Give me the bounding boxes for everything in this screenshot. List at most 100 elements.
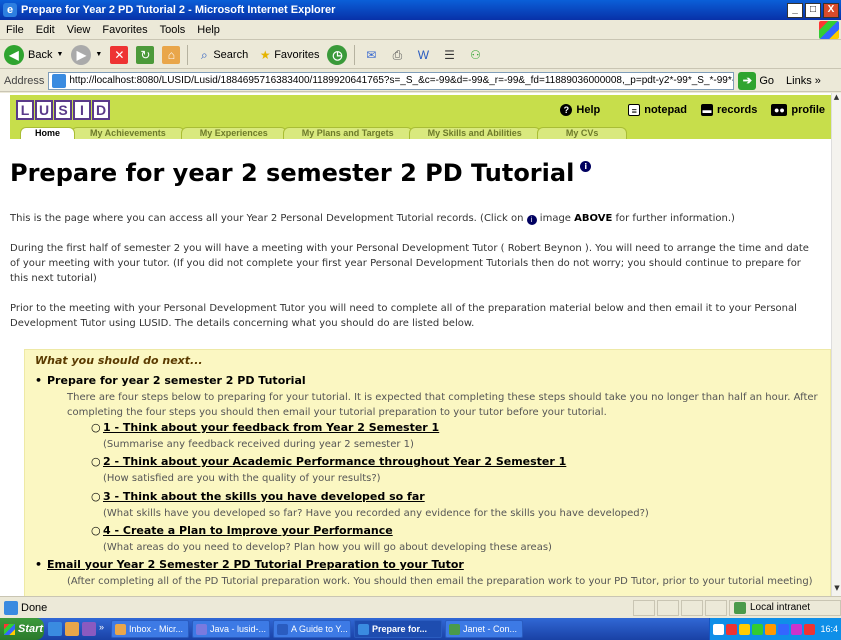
chevron-icon[interactable]: » [99,622,107,636]
home-icon: ⌂ [162,45,181,64]
tab-my-experiences[interactable]: My Experiences [180,127,287,139]
mail-button[interactable]: ✉ [362,46,380,64]
discuss-icon: ☰ [444,47,455,62]
tray-icon[interactable] [791,623,803,635]
quick-launch: » [48,622,107,636]
links-button[interactable]: Links » [786,75,821,87]
tray-icon[interactable] [726,623,738,635]
tab-my-plans-and-targets[interactable]: My Plans and Targets [282,127,413,139]
favorites-button[interactable]: ★ Favorites [256,46,320,64]
people-icon: ●● [771,104,788,116]
step-4-description: (What areas do you need to develop? Plan… [103,542,552,553]
tray-icon[interactable] [765,623,777,635]
windows-flag-icon [4,623,15,635]
forward-button[interactable]: ▶ ▼ [71,44,102,65]
back-button[interactable]: ◀ Back ▼ [4,44,63,65]
status-bar: Done Local intranet [0,596,841,618]
email-preparation-link[interactable]: • Email your Year 2 Semester 2 PD Tutoria… [35,558,464,571]
tab-my-skills-and-abilities[interactable]: My Skills and Abilities [408,127,541,139]
close-button[interactable]: X [823,2,839,18]
tray-icon[interactable] [713,623,725,635]
tab-my-achievements[interactable]: My Achievements [71,127,185,139]
status-pane [657,599,679,616]
print-button[interactable]: ⎙ [388,46,406,64]
address-bar: Address http://localhost:8080/LUSID/Lusi… [0,70,841,92]
chevron-down-icon[interactable]: ▼ [95,51,102,58]
help-link[interactable]: ? Help [560,104,600,116]
list-item-prepare: • Prepare for year 2 semester 2 PD Tutori… [35,374,306,387]
tutor-meeting-paragraph: During the first half of semester 2 you … [10,243,809,284]
task-java[interactable]: Java - lusid-... [192,620,270,638]
menu-help[interactable]: Help [191,24,226,36]
back-arrow-icon: ◀ [4,44,24,65]
go-button[interactable]: ➔ Go [738,71,774,90]
history-icon: ◷ [327,44,348,65]
minimize-button[interactable]: _ [787,2,803,18]
maximize-button[interactable]: □ [805,2,821,18]
task-guide[interactable]: A Guide to Y... [273,620,351,638]
stop-button[interactable]: ✕ [110,45,129,64]
edit-button[interactable]: W [414,46,432,64]
messenger-quicklaunch-icon[interactable] [82,622,96,636]
windows-logo-icon [819,20,839,39]
step-4-link[interactable]: ○ 4 - Create a Plan to Improve your Perfo… [91,524,393,537]
folder-icon: ▬ [701,104,714,116]
tray-icon[interactable] [752,623,764,635]
info-icon: i [526,215,537,225]
messenger-button[interactable]: ⚇ [466,46,484,64]
status-text: Done [21,601,48,614]
menu-tools[interactable]: Tools [154,24,192,36]
profile-link[interactable]: ●● profile [771,104,825,116]
refresh-button[interactable]: ↻ [136,45,155,64]
tray-icon[interactable] [778,623,790,635]
step-1-link[interactable]: ○ 1 - Think about your feedback from Year… [91,421,439,434]
intro-paragraph: This is the page where you can access al… [10,213,735,225]
browser-toolbar: ◀ Back ▼ ▶ ▼ ✕ ↻ ⌂ ⌕ Search ★ Favorites … [0,41,841,69]
outlook-quicklaunch-icon[interactable] [65,622,79,636]
address-url: http://localhost:8080/LUSID/Lusid/188469… [69,75,735,86]
start-button[interactable]: Start [0,618,44,640]
chevron-down-icon[interactable]: ▼ [56,51,63,58]
notepad-link[interactable]: ≡ notepad [628,104,687,116]
lusid-logo[interactable]: L U S I D [16,100,111,120]
prepare-description: There are four steps below to preparing … [67,392,818,418]
info-icon[interactable]: i [580,161,592,172]
discuss-button[interactable]: ☰ [440,46,458,64]
vertical-scrollbar[interactable]: ▲ ▼ [831,93,841,596]
menu-file[interactable]: File [0,24,30,36]
page-icon [52,73,67,88]
help-icon: ? [560,104,573,116]
page-title: Prepare for year 2 semester 2 PD Tutoria… [10,159,592,187]
step-1-description: (Summarise any feedback received during … [103,439,414,450]
address-input[interactable]: http://localhost:8080/LUSID/Lusid/188469… [48,71,735,90]
tray-icon[interactable] [804,623,816,635]
search-button[interactable]: ⌕ Search [195,46,248,64]
menu-edit[interactable]: Edit [30,24,61,36]
menu-favorites[interactable]: Favorites [96,24,153,36]
step-3-link[interactable]: ○ 3 - Think about the skills you have dev… [91,490,425,503]
status-pane [633,599,655,616]
tab-home[interactable]: Home [20,127,76,139]
task-prepare[interactable]: Prepare for... [354,620,442,638]
task-inbox[interactable]: Inbox - Micr... [111,620,189,638]
star-icon: ★ [259,47,271,62]
scroll-up-icon[interactable]: ▲ [832,93,841,105]
ie-quicklaunch-icon[interactable] [48,622,62,636]
tray-icon[interactable] [739,623,751,635]
window-titlebar[interactable]: e Prepare for Year 2 PD Tutorial 2 - Mic… [0,0,841,20]
records-link[interactable]: ▬ records [701,104,757,116]
stop-icon: ✕ [110,45,129,64]
preparation-paragraph: Prior to the meeting with your Personal … [10,303,797,329]
step-2-link[interactable]: ○ 2 - Think about your Academic Performan… [91,455,566,468]
history-button[interactable]: ◷ [327,44,348,65]
task-janet[interactable]: Janet - Con... [445,620,523,638]
printer-icon: ⎙ [392,47,403,62]
menu-view[interactable]: View [61,24,97,36]
tab-my-cvs[interactable]: My CVs [536,127,628,139]
status-pane [681,599,703,616]
home-button[interactable]: ⌂ [162,45,181,64]
go-arrow-icon: ➔ [738,71,757,90]
next-steps-panel: What you should do next... • Prepare for … [24,349,831,596]
scroll-down-icon[interactable]: ▼ [832,584,841,596]
address-label: Address [4,74,45,87]
